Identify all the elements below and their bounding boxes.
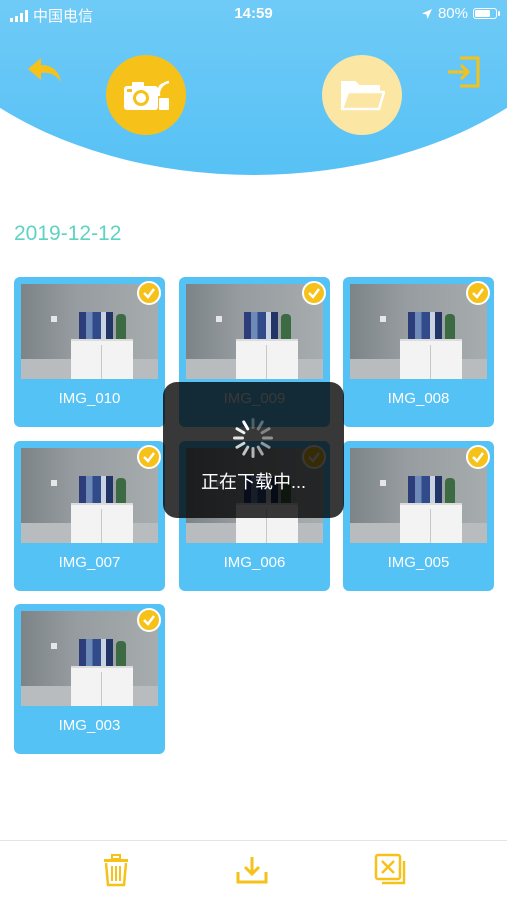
photo-label: IMG_010 [58, 390, 121, 407]
checkmark-icon[interactable] [137, 445, 161, 469]
folder-tab-button[interactable] [322, 55, 402, 135]
location-icon [421, 8, 432, 19]
photo-label: IMG_005 [387, 554, 450, 571]
download-icon [236, 857, 268, 884]
checkmark-icon[interactable] [137, 281, 161, 305]
photo-card[interactable]: IMG_007 [14, 441, 165, 591]
back-arrow-icon [28, 58, 61, 82]
folder-icon [340, 81, 385, 111]
download-button[interactable] [235, 855, 269, 885]
exit-button[interactable] [446, 55, 482, 89]
battery-icon [473, 8, 500, 19]
photo-card[interactable]: IMG_010 [14, 277, 165, 427]
exit-icon [448, 56, 480, 88]
date-label: 2019-12-12 [14, 222, 122, 245]
loading-toast: 正在下载中... [163, 382, 344, 518]
toast-text: 正在下载中... [200, 472, 306, 492]
cancel-selection-button[interactable] [374, 853, 408, 887]
cancel-selection-icon [374, 853, 406, 885]
spinner-icon [233, 418, 273, 458]
delete-button[interactable] [102, 853, 130, 887]
checkmark-icon[interactable] [137, 608, 161, 632]
checkmark-icon[interactable] [302, 281, 326, 305]
back-button[interactable] [26, 55, 64, 87]
photo-label: IMG_003 [58, 717, 121, 734]
photo-card[interactable]: IMG_005 [343, 441, 494, 591]
photo-label: IMG_008 [387, 390, 450, 407]
photo-label: IMG_006 [223, 554, 286, 571]
checkmark-icon[interactable] [466, 445, 490, 469]
camera-tab-button[interactable] [106, 55, 186, 135]
photo-card[interactable]: IMG_008 [343, 277, 494, 427]
status-bar: 中国电信 14:59 80% [0, 0, 507, 30]
photo-label: IMG_007 [58, 554, 121, 571]
trash-icon [104, 854, 128, 887]
photo-card[interactable]: IMG_003 [14, 604, 165, 754]
checkmark-icon[interactable] [466, 281, 490, 305]
bottom-toolbar [0, 840, 507, 901]
camera-wifi-icon [124, 80, 170, 110]
battery-percent: 80% [437, 5, 468, 22]
